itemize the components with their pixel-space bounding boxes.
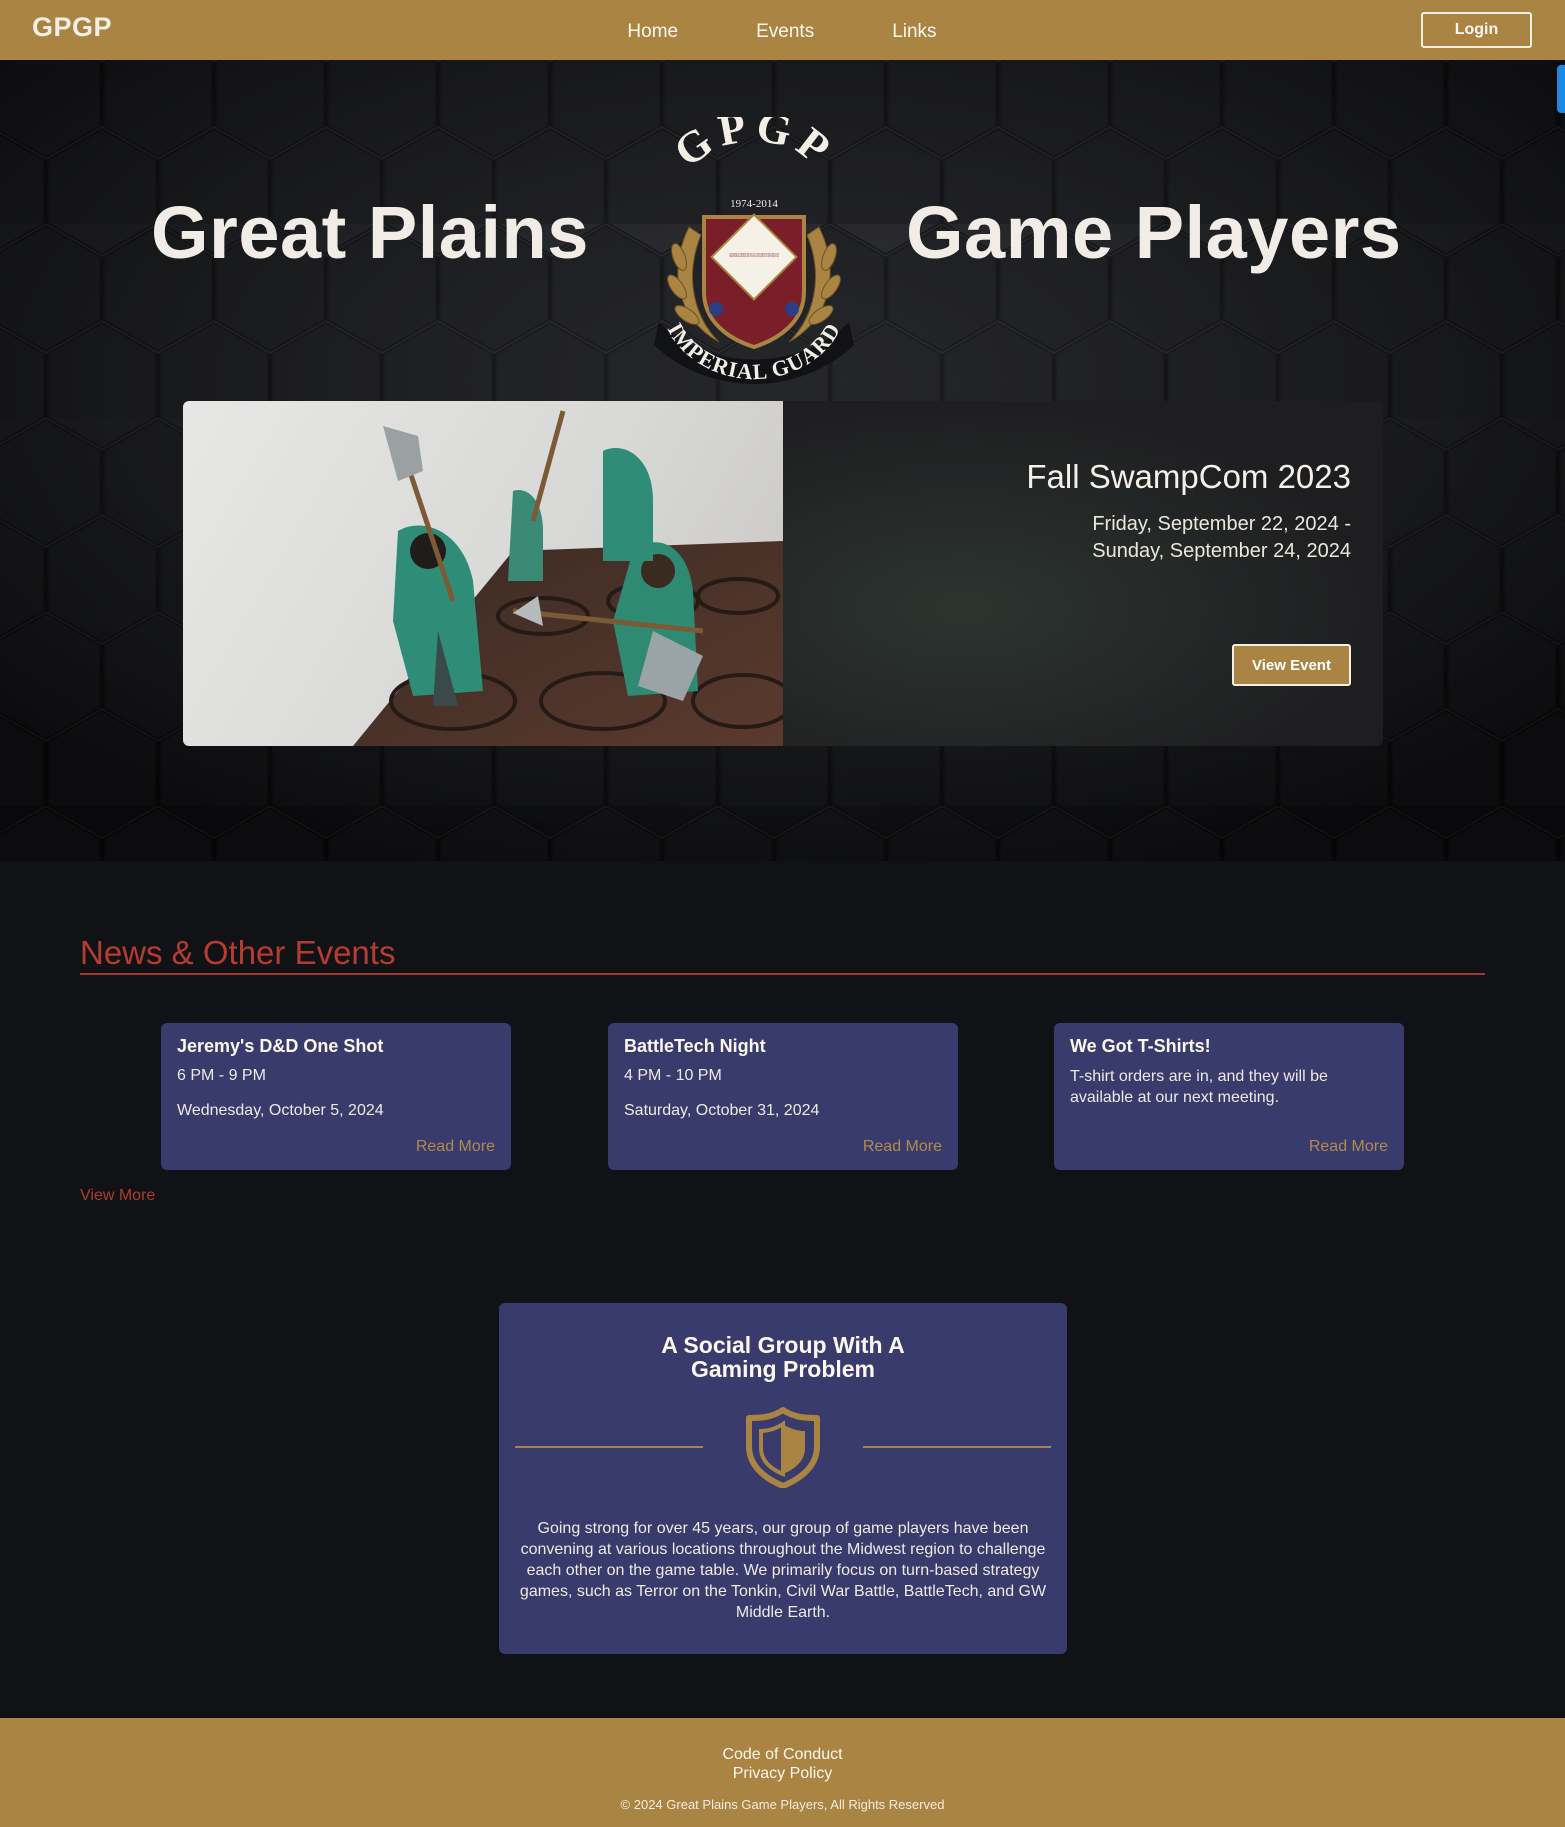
news-card-time: 4 PM - 10 PM: [624, 1067, 722, 1084]
about-title: A Social Group With A Gaming Problem: [499, 1333, 1067, 1381]
news-card-title: BattleTech Night: [624, 1036, 766, 1056]
read-more-link[interactable]: Read More: [416, 1138, 495, 1156]
news-card-time: 6 PM - 9 PM: [177, 1067, 266, 1084]
hero-title-left: Great Plains: [151, 191, 589, 274]
footer-link-privacy-policy[interactable]: Privacy Policy: [0, 1765, 1565, 1783]
news-card-date: Wednesday, October 5, 2024: [177, 1102, 384, 1119]
event-date-end: Sunday, September 24, 2024: [1092, 540, 1351, 562]
svg-text:GPGP: GPGP: [665, 117, 844, 177]
about-card: A Social Group With A Gaming Problem Goi…: [499, 1303, 1067, 1654]
about-title-line1: A Social Group With A: [661, 1332, 905, 1358]
about-title-line2: Gaming Problem: [690, 1356, 876, 1382]
read-more-link[interactable]: Read More: [863, 1138, 942, 1156]
news-card-title: We Got T-Shirts!: [1070, 1036, 1211, 1056]
nav-links: Home Events Links: [0, 0, 1565, 60]
news-card[interactable]: Jeremy's D&D One Shot 6 PM - 9 PM Wednes…: [161, 1023, 511, 1170]
login-button[interactable]: Login: [1421, 12, 1532, 48]
featured-event-card: Fall SwampCom 2023 Friday, September 22,…: [183, 401, 1383, 746]
event-date-start: Friday, September 22, 2024 -: [1092, 513, 1351, 535]
news-heading: News & Other Events: [80, 934, 396, 971]
scroll-indicator[interactable]: [1557, 65, 1565, 113]
imperial-guard-crest-logo: GPGP 1974-2014 GARDE IMPERIALE L'EMPEREU…: [654, 117, 854, 384]
featured-event-image: [183, 401, 783, 746]
featured-event-details: Fall SwampCom 2023 Friday, September 22,…: [783, 401, 1383, 746]
read-more-link[interactable]: Read More: [1309, 1138, 1388, 1156]
news-card[interactable]: BattleTech Night 4 PM - 10 PM Saturday, …: [608, 1023, 958, 1170]
event-dates: Friday, September 22, 2024 - Sunday, Sep…: [1092, 511, 1351, 565]
crest-years: 1974-2014: [730, 198, 778, 210]
news-card[interactable]: We Got T-Shirts! T-shirt orders are in, …: [1054, 1023, 1404, 1170]
hero-title-right: Game Players: [906, 191, 1402, 274]
view-more-link[interactable]: View More: [80, 1187, 155, 1205]
event-title: Fall SwampCom 2023: [1026, 458, 1351, 495]
footer: Code of Conduct Privacy Policy © 2024 Gr…: [0, 1718, 1565, 1827]
hero-section: Great Plains Game Players GPGP 1974-2014…: [0, 60, 1565, 861]
divider-left: [515, 1446, 703, 1448]
nav-link-events[interactable]: Events: [756, 21, 814, 43]
news-card-body: T-shirt orders are in, and they will be …: [1070, 1068, 1328, 1106]
crest-center-text: GARDE IMPERIALE L'EMPEREUR DES FRANCAIS …: [729, 253, 779, 259]
divider-right: [863, 1446, 1051, 1448]
crest-top-text: GPGP: [665, 117, 838, 177]
top-navbar: GPGP Home Events Links Login: [0, 0, 1565, 60]
about-text: Going strong for over 45 years, our grou…: [519, 1520, 1047, 1621]
news-divider: [80, 973, 1485, 975]
news-card-date: Saturday, October 31, 2024: [624, 1102, 820, 1119]
nav-link-home[interactable]: Home: [627, 21, 678, 43]
footer-link-code-of-conduct[interactable]: Code of Conduct: [0, 1746, 1565, 1764]
copyright-text: © 2024 Great Plains Game Players, All Ri…: [620, 1797, 945, 1812]
miniatures-photo: [353, 410, 783, 746]
shield-icon: [746, 1407, 820, 1488]
view-event-button[interactable]: View Event: [1232, 644, 1351, 686]
news-card-title: Jeremy's D&D One Shot: [177, 1036, 384, 1056]
nav-link-links[interactable]: Links: [892, 21, 936, 43]
